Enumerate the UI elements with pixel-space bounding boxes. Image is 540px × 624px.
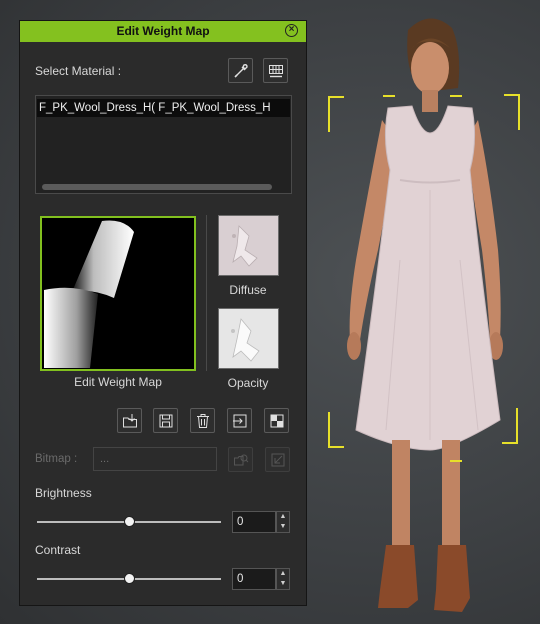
material-list-item[interactable]: F_PK_Wool_Dress_H( F_PK_Wool_Dress_H (37, 99, 290, 117)
invert-weight-map-button[interactable] (264, 408, 289, 433)
selection-marker-bottom (450, 460, 462, 462)
apply-arrow-icon (271, 453, 284, 466)
panel-title: Edit Weight Map (116, 24, 210, 38)
load-icon (122, 413, 137, 427)
edit-weight-map-panel: Edit Weight Map × Select Material : F_PK… (19, 20, 307, 606)
brightness-label: Brightness (35, 486, 92, 500)
delete-weight-map-button[interactable] (190, 408, 215, 433)
export-icon (232, 414, 246, 427)
opacity-caption: Opacity (227, 376, 269, 390)
panel-title-bar[interactable]: Edit Weight Map × (20, 21, 306, 42)
brightness-slider-thumb[interactable] (123, 516, 135, 527)
selection-marker-top (450, 95, 462, 97)
bitmap-label: Bitmap : (35, 453, 78, 465)
load-weight-map-button[interactable] (117, 408, 142, 433)
image-browse-icon (233, 454, 248, 465)
opacity-texture (219, 309, 278, 368)
grid-icon (268, 64, 283, 77)
selection-bracket-bottom-left (328, 412, 344, 448)
eyedropper-button[interactable] (228, 58, 253, 83)
spin-up-icon[interactable]: ▲ (277, 569, 289, 579)
selection-bracket-top-right (504, 94, 520, 130)
save-icon (159, 414, 172, 427)
spin-down-icon[interactable]: ▼ (277, 579, 289, 589)
contrast-spinner[interactable]: ▲ ▼ (276, 568, 290, 590)
brightness-input[interactable]: 0 (232, 511, 276, 533)
select-material-label: Select Material : (35, 64, 122, 78)
invert-icon (270, 414, 283, 427)
material-item-label: F_PK_Wool_Dress_H( F_PK_Wool_Dress_H (39, 102, 271, 114)
selection-marker-top (383, 95, 395, 97)
weight-map-caption: Edit Weight Map (74, 375, 162, 389)
export-weight-map-button[interactable] (227, 408, 252, 433)
spin-up-icon[interactable]: ▲ (277, 512, 289, 522)
diffuse-caption: Diffuse (229, 283, 267, 297)
contrast-slider-thumb[interactable] (123, 573, 135, 584)
grid-button[interactable] (263, 58, 288, 83)
bitmap-apply-button[interactable] (265, 447, 290, 472)
selection-bracket-top-left (328, 96, 344, 132)
contrast-label: Contrast (35, 543, 81, 557)
material-list[interactable]: F_PK_Wool_Dress_H( F_PK_Wool_Dress_H (35, 95, 292, 194)
selection-bracket-bottom-right (502, 408, 518, 444)
preview-divider (206, 215, 207, 371)
eyedropper-icon (233, 63, 248, 78)
trash-icon (196, 413, 209, 428)
diffuse-thumbnail[interactable] (218, 215, 279, 276)
weight-map-preview[interactable] (40, 216, 196, 371)
spin-down-icon[interactable]: ▼ (277, 522, 289, 532)
diffuse-texture (219, 216, 278, 275)
close-icon[interactable]: × (285, 24, 298, 37)
bitmap-browse-button[interactable] (228, 447, 253, 472)
brightness-spinner[interactable]: ▲ ▼ (276, 511, 290, 533)
opacity-thumbnail[interactable] (218, 308, 279, 369)
horizontal-scrollbar[interactable] (42, 184, 272, 190)
save-weight-map-button[interactable] (153, 408, 178, 433)
contrast-input[interactable]: 0 (232, 568, 276, 590)
character-model[interactable] (330, 10, 530, 620)
weight-map-image (44, 220, 134, 368)
bitmap-path-field[interactable]: ... (93, 447, 217, 471)
